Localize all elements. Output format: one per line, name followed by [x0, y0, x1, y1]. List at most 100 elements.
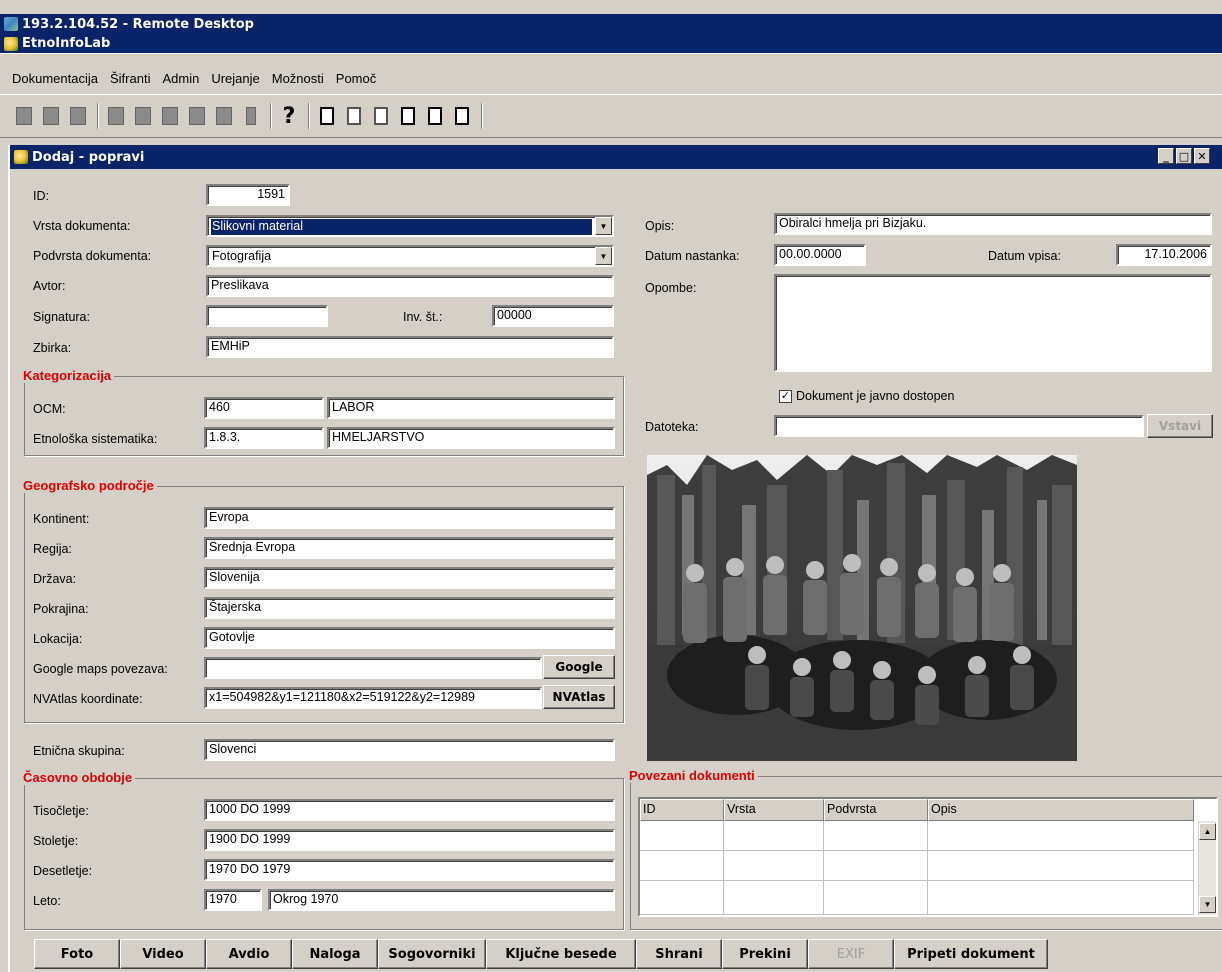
copy-record-icon[interactable]	[106, 105, 126, 127]
stol-field[interactable]: 1900 DO 1999	[204, 829, 615, 851]
javno-checkbox[interactable]: ✓	[779, 390, 792, 403]
vstavi-button[interactable]: Vstavi	[1147, 414, 1213, 438]
tisoc-field[interactable]: 1000 DO 1999	[204, 799, 615, 821]
app-globe-icon	[4, 36, 18, 51]
sogovorniki-button[interactable]: Sogovorniki	[378, 939, 486, 969]
new-record-icon[interactable]	[14, 105, 34, 127]
datoteka-field[interactable]	[774, 415, 1144, 437]
kontinent-field[interactable]: Evropa	[204, 507, 615, 529]
opis-field[interactable]: Obiralci hmelja pri Bizjaku.	[774, 213, 1212, 235]
drzava-field[interactable]: Slovenija	[204, 567, 615, 589]
kategorizacija-title: Kategorizacija	[23, 368, 115, 383]
table-cell[interactable]	[928, 851, 1194, 881]
edit-record-icon[interactable]	[41, 105, 61, 127]
regija-field[interactable]: Srednja Evropa	[204, 537, 615, 559]
column-header-podvrsta[interactable]: Podvrsta	[824, 799, 928, 821]
podvrsta-dropdown[interactable]: Fotografija ▼	[206, 245, 614, 267]
etno-code-field[interactable]: 1.8.3.	[204, 427, 324, 449]
scroll-down-icon[interactable]: ▼	[1199, 896, 1216, 913]
avdio-button[interactable]: Avdio	[206, 939, 292, 969]
povezani-table[interactable]: ID Vrsta Podvrsta Opis ▲ ▼	[638, 797, 1218, 917]
zbirka-field[interactable]: EMHiP	[206, 336, 614, 358]
google-field[interactable]	[204, 657, 542, 679]
menu-sifranti[interactable]: Šifranti	[104, 71, 156, 86]
document-icon[interactable]	[160, 105, 180, 127]
video-button[interactable]: Video	[120, 939, 206, 969]
prekini-button[interactable]: Prekini	[722, 939, 808, 969]
chevron-down-icon[interactable]: ▼	[595, 247, 612, 265]
last-page-icon[interactable]	[452, 105, 472, 127]
pripeti-dokument-button[interactable]: Pripeti dokument	[894, 939, 1048, 969]
table-scrollbar[interactable]: ▲ ▼	[1198, 821, 1216, 915]
zbirka-label: Zbirka:	[33, 341, 72, 355]
report-icon[interactable]	[187, 105, 207, 127]
menu-admin[interactable]: Admin	[156, 71, 205, 86]
naloga-button[interactable]: Naloga	[292, 939, 378, 969]
etno-name-field[interactable]: HMELJARSTVO	[327, 427, 615, 449]
dialog-globe-icon	[14, 150, 28, 164]
refresh-record-icon[interactable]	[133, 105, 153, 127]
vrsta-dropdown[interactable]: Slikovni material ▼	[206, 215, 614, 237]
help-icon[interactable]: ?	[279, 104, 299, 129]
app-title-text: EtnoInfoLab	[22, 36, 111, 51]
kljucne-besede-button[interactable]: Ključne besede	[486, 939, 636, 969]
list-icon[interactable]	[344, 105, 364, 127]
dialog-titlebar[interactable]: Dodaj - popravi _ □ ✕	[10, 145, 1222, 169]
foto-button[interactable]: Foto	[34, 939, 120, 969]
signatura-field[interactable]	[206, 305, 328, 327]
download-doc-icon[interactable]	[425, 105, 445, 127]
datum-nastanka-field[interactable]: 00.00.0000	[774, 244, 866, 266]
opombe-textarea[interactable]	[774, 274, 1212, 372]
menu-urejanje[interactable]: Urejanje	[205, 71, 265, 86]
tool-icon[interactable]	[241, 105, 261, 127]
app-titlebar[interactable]: EtnoInfoLab	[0, 34, 1222, 54]
avtor-field[interactable]: Preslikava	[206, 275, 614, 297]
inv-field[interactable]: 00000	[492, 305, 614, 327]
table-cell[interactable]	[824, 881, 928, 915]
archive-icon[interactable]	[214, 105, 234, 127]
table-cell[interactable]	[640, 821, 724, 851]
table-cell[interactable]	[824, 821, 928, 851]
table-cell[interactable]	[824, 851, 928, 881]
column-header-opis[interactable]: Opis	[928, 799, 1194, 821]
etnicna-field[interactable]: Slovenci	[204, 739, 615, 761]
google-button[interactable]: Google	[543, 655, 615, 679]
ocm-code-field[interactable]: 460	[204, 397, 324, 419]
nvatlas-field[interactable]: x1=504982&y1=121180&x2=519122&y2=12989	[204, 687, 542, 709]
menu-dokumentacija[interactable]: Dokumentacija	[6, 71, 104, 86]
deset-field[interactable]: 1970 DO 1979	[204, 859, 615, 881]
table-cell[interactable]	[640, 881, 724, 915]
table-cell[interactable]	[928, 881, 1194, 915]
scroll-up-icon[interactable]: ▲	[1199, 823, 1216, 840]
exif-button[interactable]: EXIF	[808, 939, 894, 969]
table-cell[interactable]	[640, 851, 724, 881]
id-field[interactable]: 1591	[206, 184, 290, 206]
pokrajina-field[interactable]: Štajerska	[204, 597, 615, 619]
leto-field[interactable]: 1970	[204, 889, 262, 911]
minimize-button[interactable]: _	[1158, 148, 1174, 164]
menu-moznosti[interactable]: Možnosti	[266, 71, 330, 86]
remote-desktop-titlebar[interactable]: 193.2.104.52 - Remote Desktop	[0, 14, 1222, 34]
datum-vpisa-field[interactable]: 17.10.2006	[1116, 244, 1212, 266]
table-cell[interactable]	[724, 821, 824, 851]
nvatlas-label: NVAtlas koordinate:	[33, 692, 143, 706]
column-header-id[interactable]: ID	[640, 799, 724, 821]
inv-label: Inv. št.:	[403, 310, 443, 324]
chevron-down-icon[interactable]: ▼	[595, 217, 612, 235]
first-page-icon[interactable]	[317, 105, 337, 127]
table-cell[interactable]	[724, 881, 824, 915]
close-button[interactable]: ✕	[1194, 148, 1210, 164]
list-alt-icon[interactable]	[371, 105, 391, 127]
ocm-name-field[interactable]: LABOR	[327, 397, 615, 419]
maximize-button[interactable]: □	[1176, 148, 1192, 164]
table-cell[interactable]	[724, 851, 824, 881]
leto-opis-field[interactable]: Okrog 1970	[268, 889, 615, 911]
text-doc-icon[interactable]	[398, 105, 418, 127]
lokacija-field[interactable]: Gotovlje	[204, 627, 615, 649]
form-record-icon[interactable]	[68, 105, 88, 127]
column-header-vrsta[interactable]: Vrsta	[724, 799, 824, 821]
menu-pomoc[interactable]: Pomoč	[330, 71, 382, 86]
shrani-button[interactable]: Shrani	[636, 939, 722, 969]
table-cell[interactable]	[928, 821, 1194, 851]
nvatlas-button[interactable]: NVAtlas	[543, 685, 615, 709]
